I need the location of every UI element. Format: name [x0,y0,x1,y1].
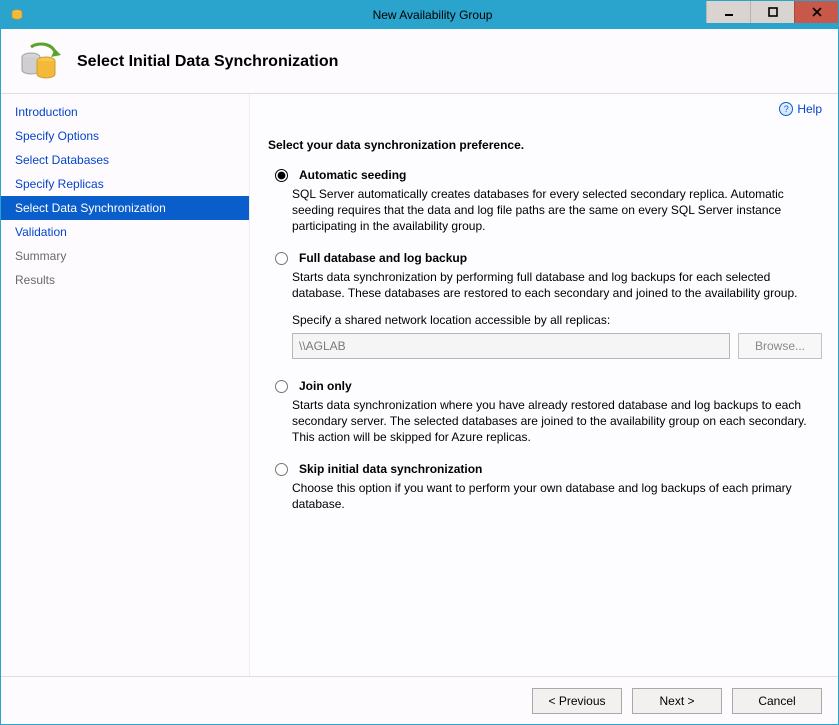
label-full-backup: Full database and log backup [299,251,467,265]
wizard-window: New Availability Group Select [0,0,839,725]
label-skip-sync: Skip initial data synchronization [299,462,482,476]
radio-skip-sync[interactable] [275,463,288,476]
cancel-button[interactable]: Cancel [732,688,822,714]
label-automatic-seeding: Automatic seeding [299,168,406,182]
nav-specify-replicas[interactable]: Specify Replicas [1,172,249,196]
nav-select-databases[interactable]: Select Databases [1,148,249,172]
radio-join-only[interactable] [275,380,288,393]
nav-specify-options[interactable]: Specify Options [1,124,249,148]
help-link[interactable]: ? Help [779,102,822,116]
radio-automatic-seeding[interactable] [275,169,288,182]
option-full-backup-row[interactable]: Full database and log backup [270,251,822,265]
wizard-footer: < Previous Next > Cancel [1,676,838,724]
nav-summary[interactable]: Summary [1,244,249,268]
share-location-prompt: Specify a shared network location access… [292,313,822,327]
radio-full-backup[interactable] [275,252,288,265]
option-join-only-row[interactable]: Join only [270,379,822,393]
maximize-button[interactable] [750,1,794,23]
option-automatic-seeding: Automatic seeding SQL Server automatical… [270,168,822,235]
option-skip-sync-row[interactable]: Skip initial data synchronization [270,462,822,476]
desc-join-only: Starts data synchronization where you ha… [292,397,822,446]
wizard-nav: Introduction Specify Options Select Data… [1,94,249,676]
desc-skip-sync: Choose this option if you want to perfor… [292,480,822,512]
option-skip-sync: Skip initial data synchronization Choose… [270,462,822,512]
nav-results[interactable]: Results [1,268,249,292]
wizard-content: ? Help Select your data synchronization … [249,94,838,676]
desc-full-backup: Starts data synchronization by performin… [292,269,822,301]
minimize-button[interactable] [706,1,750,23]
share-location-input[interactable] [292,333,730,359]
wizard-header: Select Initial Data Synchronization [1,29,838,94]
help-icon: ? [779,102,793,116]
titlebar: New Availability Group [1,1,838,29]
page-title: Select Initial Data Synchronization [77,53,338,71]
nav-introduction[interactable]: Introduction [1,100,249,124]
option-join-only: Join only Starts data synchronization wh… [270,379,822,446]
nav-select-data-sync[interactable]: Select Data Synchronization [1,196,249,220]
help-label: Help [797,102,822,116]
next-button[interactable]: Next > [632,688,722,714]
previous-button[interactable]: < Previous [532,688,622,714]
nav-validation[interactable]: Validation [1,220,249,244]
label-join-only: Join only [299,379,352,393]
option-full-backup: Full database and log backup Starts data… [270,251,822,359]
database-sync-icon [17,39,63,85]
app-icon [7,8,27,22]
wizard-body: Introduction Specify Options Select Data… [1,94,838,676]
window-controls [706,1,838,23]
share-location-row: Browse... [292,333,822,359]
option-automatic-seeding-row[interactable]: Automatic seeding [270,168,822,182]
browse-button[interactable]: Browse... [738,333,822,359]
desc-automatic-seeding: SQL Server automatically creates databas… [292,186,822,235]
close-button[interactable] [794,1,838,23]
sync-preference-prompt: Select your data synchronization prefere… [268,138,822,152]
